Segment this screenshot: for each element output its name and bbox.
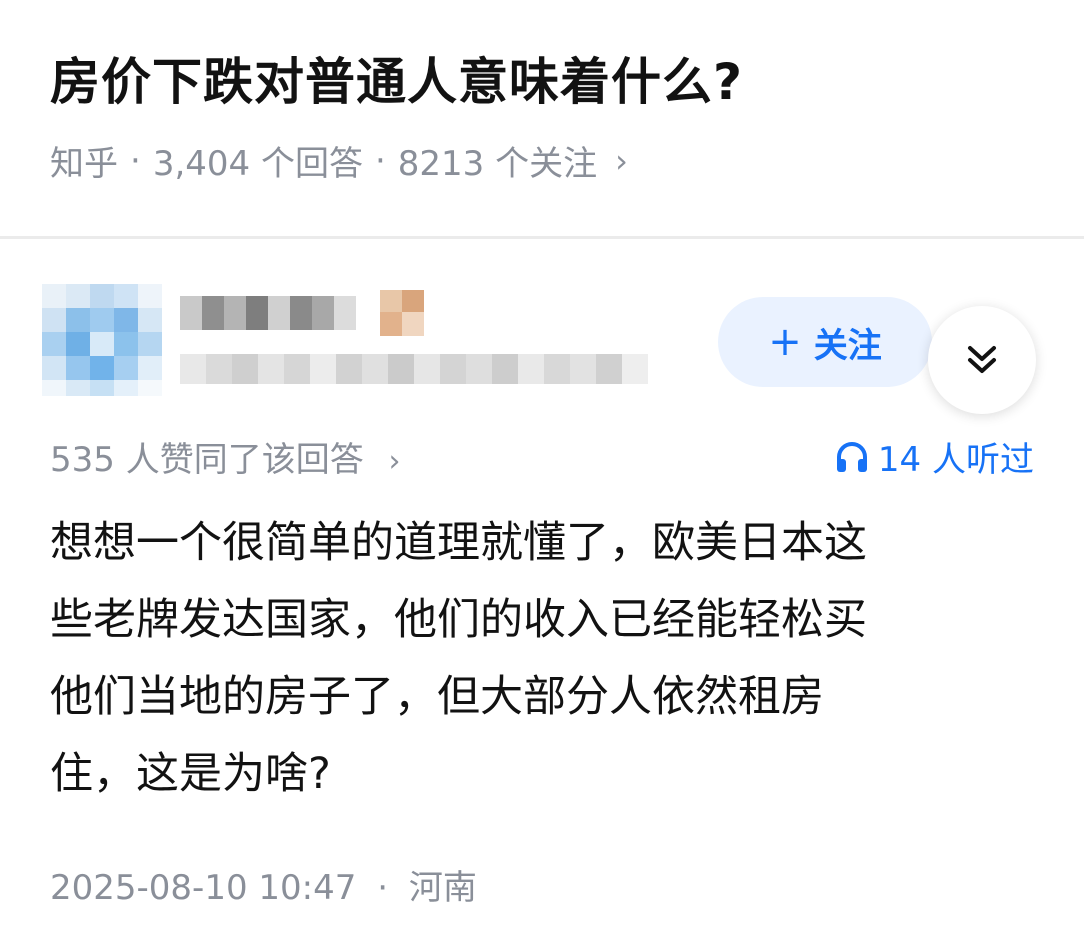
question-meta[interactable]: 知乎 · 3,404 个回答 · 8213 个关注 › <box>50 136 628 185</box>
author-bio <box>180 350 650 390</box>
question-title[interactable]: 房价下跌对普通人意味着什么? <box>50 42 743 114</box>
chevron-right-icon: › <box>615 141 628 180</box>
follower-count: 8213 个关注 <box>397 144 598 184</box>
plus-icon: + <box>768 319 802 365</box>
vote-summary[interactable]: 535 人赞同了该回答 › <box>50 432 401 481</box>
headphones-icon <box>836 441 867 472</box>
answer-date: 2025-08-10 10:47 <box>50 868 357 908</box>
chevron-right-icon: › <box>388 444 401 479</box>
double-chevron-down-icon <box>968 346 996 373</box>
meta-separator: · <box>377 868 389 908</box>
listen-count[interactable]: 14 人听过 <box>834 432 1034 481</box>
vote-text: 535 人赞同了该回答 <box>50 440 364 480</box>
listen-text: 14 人听过 <box>877 440 1034 480</box>
follow-label: 关注 <box>813 325 882 366</box>
meta-separator: · <box>130 140 141 181</box>
answer-line: 住，这是为啥? <box>50 749 331 799</box>
answer-line: 想想一个很简单的道理就懂了，欧美日本这 <box>50 518 867 568</box>
source-label: 知乎 <box>50 144 118 184</box>
answer-line: 些老牌发达国家，他们的收入已经能轻松买 <box>50 595 867 645</box>
author-name[interactable] <box>180 290 450 342</box>
answer-body[interactable]: 想想一个很简单的道理就懂了，欧美日本这 些老牌发达国家，他们的收入已经能轻松买 … <box>50 505 1040 813</box>
answer-timestamp: 2025-08-10 10:47 · 河南 <box>50 860 477 909</box>
answer-location: 河南 <box>408 868 477 908</box>
meta-separator: · <box>374 140 386 181</box>
answer-line: 他们当地的房子了，但大部分人依然租房 <box>50 672 824 722</box>
zhihu-answer-page: 房价下跌对普通人意味着什么? 知乎 · 3,404 个回答 · 8213 个关注… <box>0 0 1084 951</box>
author-avatar[interactable] <box>42 284 162 396</box>
answer-count: 3,404 个回答 <box>152 144 363 184</box>
expand-button[interactable] <box>928 306 1036 414</box>
section-divider <box>0 236 1084 239</box>
follow-button[interactable]: + 关注 <box>718 297 932 387</box>
